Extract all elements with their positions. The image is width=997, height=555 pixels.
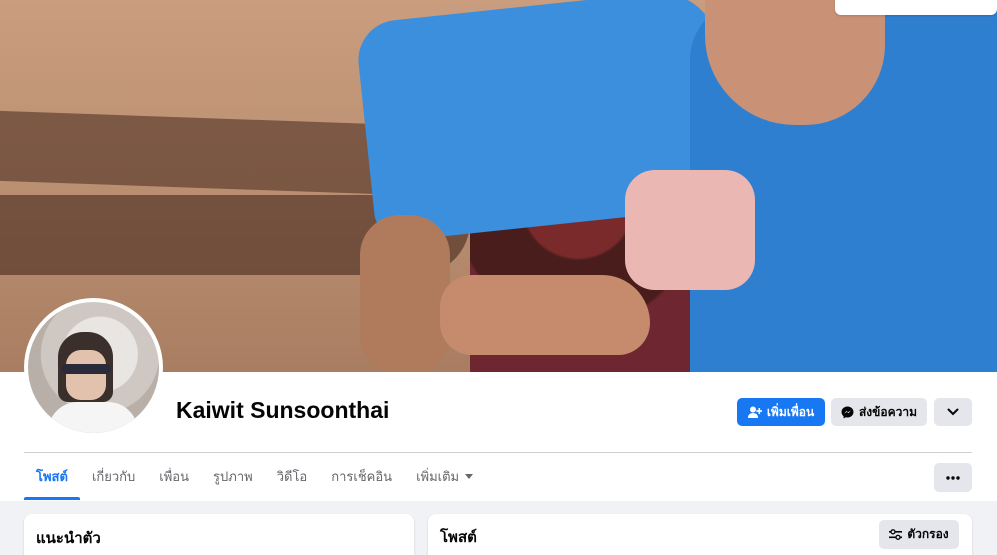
tab-label: รูปภาพ — [213, 470, 253, 485]
filter-button[interactable]: ตัวกรอง — [879, 520, 959, 549]
tab-label: โพสต์ — [36, 470, 68, 485]
tab-label: วิดีโอ — [276, 470, 308, 485]
chevron-down-icon — [947, 408, 959, 416]
tab-friends[interactable]: เพื่อน — [147, 453, 201, 500]
avatar — [28, 302, 159, 433]
tab-videos[interactable]: วิดีโอ — [265, 453, 320, 500]
profile-tabs: โพสต์ เกี่ยวกับ เพื่อน รูปภาพ วิดีโอ การ… — [24, 453, 485, 500]
intro-card: แนะนำตัว — [24, 514, 414, 555]
tab-label: การเช็คอิน — [331, 470, 393, 485]
tab-label: เพื่อน — [159, 470, 190, 485]
posts-title: โพสต์ — [440, 528, 477, 546]
dropdown-caret-icon — [465, 474, 474, 479]
intro-title: แนะนำตัว — [36, 529, 101, 547]
tab-label: เพิ่มเติม — [416, 470, 460, 485]
messenger-icon — [841, 406, 854, 419]
tab-checkins[interactable]: การเช็คอิน — [319, 453, 404, 500]
filter-label: ตัวกรอง — [907, 527, 949, 541]
add-friend-icon — [747, 406, 762, 418]
tabs-more-button[interactable] — [934, 463, 972, 492]
message-button[interactable]: ส่งข้อความ — [831, 398, 927, 426]
add-friend-button[interactable]: เพิ่มเพื่อน — [737, 398, 825, 426]
tab-about[interactable]: เกี่ยวกับ — [80, 453, 147, 500]
add-friend-label: เพิ่มเพื่อน — [766, 404, 815, 419]
tab-label: เกี่ยวกับ — [91, 470, 136, 485]
more-actions-button[interactable] — [934, 398, 972, 426]
cover-photo[interactable] — [0, 0, 997, 372]
more-icon — [946, 475, 960, 480]
profile-picture[interactable] — [24, 298, 163, 437]
filter-icon — [889, 529, 903, 540]
tab-posts[interactable]: โพสต์ — [24, 453, 80, 500]
posts-card: โพสต์ ตัวกรอง — [428, 514, 972, 555]
message-label: ส่งข้อความ — [858, 404, 917, 419]
top-overlay-panel — [835, 0, 997, 15]
tab-more[interactable]: เพิ่มเติม — [404, 453, 485, 500]
profile-name: Kaiwit Sunsoonthai — [176, 397, 390, 423]
tab-photos[interactable]: รูปภาพ — [201, 453, 265, 500]
